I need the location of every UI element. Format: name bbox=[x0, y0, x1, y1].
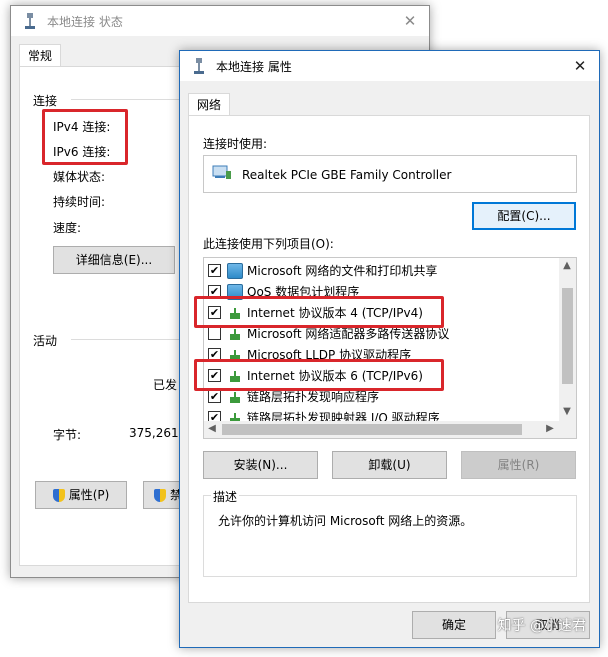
items-list[interactable]: ✔ Microsoft 网络的文件和打印机共享 ✔ QoS 数据包计划程序 ✔ … bbox=[203, 257, 577, 439]
details-button[interactable]: 详细信息(E)... bbox=[53, 246, 175, 274]
connect-using-label: 连接时使用: bbox=[203, 137, 268, 151]
adapter-name: Realtek PCIe GBE Family Controller bbox=[242, 168, 452, 182]
ok-button[interactable]: 确定 bbox=[412, 611, 496, 639]
network-icon bbox=[227, 262, 243, 279]
scroll-thumb[interactable] bbox=[562, 288, 573, 384]
horizontal-scrollbar[interactable]: ◀ ▶ bbox=[204, 421, 576, 438]
description-group bbox=[203, 495, 577, 577]
duration-label: 持续时间: bbox=[53, 195, 106, 209]
install-button[interactable]: 安装(N)... bbox=[203, 451, 318, 479]
ipv6-item-highlight bbox=[194, 359, 444, 391]
close-icon[interactable]: ✕ bbox=[567, 54, 593, 78]
ipv4-ipv6-highlight bbox=[42, 109, 128, 165]
status-properties-button[interactable]: 属性(P) bbox=[35, 481, 127, 509]
properties-window: 本地连接 属性 ✕ 网络 连接时使用: Realtek PCIe GBE Fam… bbox=[179, 50, 600, 648]
shield-icon bbox=[52, 489, 65, 502]
scroll-left-icon[interactable]: ◀ bbox=[204, 423, 220, 434]
connection-group-label: 连接 bbox=[33, 94, 58, 108]
properties-window-titlebar[interactable]: 本地连接 属性 ✕ bbox=[180, 51, 599, 81]
status-properties-label: 属性(P) bbox=[68, 488, 110, 502]
items-list-label: 此连接使用下列项目(O): bbox=[203, 237, 334, 251]
speed-label: 速度: bbox=[53, 221, 82, 235]
network-card-icon bbox=[212, 165, 231, 179]
description-text: 允许你的计算机访问 Microsoft 网络上的资源。 bbox=[218, 514, 473, 528]
scroll-down-icon[interactable]: ▼ bbox=[559, 406, 575, 417]
activity-group-label: 活动 bbox=[33, 334, 58, 348]
sent-label: 已发 bbox=[153, 378, 178, 392]
list-item[interactable]: ✔ Microsoft 网络的文件和打印机共享 bbox=[208, 260, 437, 281]
status-window-title: 本地连接 状态 bbox=[47, 14, 123, 29]
bytes-label: 字节: bbox=[53, 428, 82, 442]
status-window-titlebar[interactable]: 本地连接 状态 ✕ bbox=[11, 6, 429, 36]
tab-networking[interactable]: 网络 bbox=[188, 93, 231, 116]
close-icon[interactable]: ✕ bbox=[397, 9, 423, 33]
scroll-thumb[interactable] bbox=[222, 424, 522, 435]
watermark: 知乎 @小速君 bbox=[497, 618, 586, 634]
item-checkbox[interactable]: ✔ bbox=[208, 390, 221, 403]
network-adapter-icon bbox=[25, 13, 35, 29]
item-label: Microsoft 网络的文件和打印机共享 bbox=[247, 264, 438, 278]
vertical-scrollbar[interactable]: ▲ ▼ bbox=[559, 258, 576, 422]
scroll-right-icon[interactable]: ▶ bbox=[542, 423, 558, 434]
uninstall-button[interactable]: 卸载(U) bbox=[332, 451, 447, 479]
network-adapter-icon bbox=[194, 58, 204, 74]
shield-icon bbox=[154, 489, 166, 502]
configure-button[interactable]: 配置(C)... bbox=[472, 202, 576, 230]
properties-window-title: 本地连接 属性 bbox=[216, 59, 292, 74]
description-group-label: 描述 bbox=[211, 488, 240, 505]
scroll-up-icon[interactable]: ▲ bbox=[559, 260, 575, 271]
item-checkbox[interactable] bbox=[208, 327, 221, 340]
ipv4-item-highlight bbox=[194, 296, 444, 328]
item-properties-button: 属性(R) bbox=[461, 451, 576, 479]
tab-general[interactable]: 常规 bbox=[19, 44, 62, 67]
media-state-label: 媒体状态: bbox=[53, 170, 106, 184]
item-checkbox[interactable]: ✔ bbox=[208, 264, 221, 277]
adapter-box: Realtek PCIe GBE Family Controller bbox=[203, 155, 577, 193]
